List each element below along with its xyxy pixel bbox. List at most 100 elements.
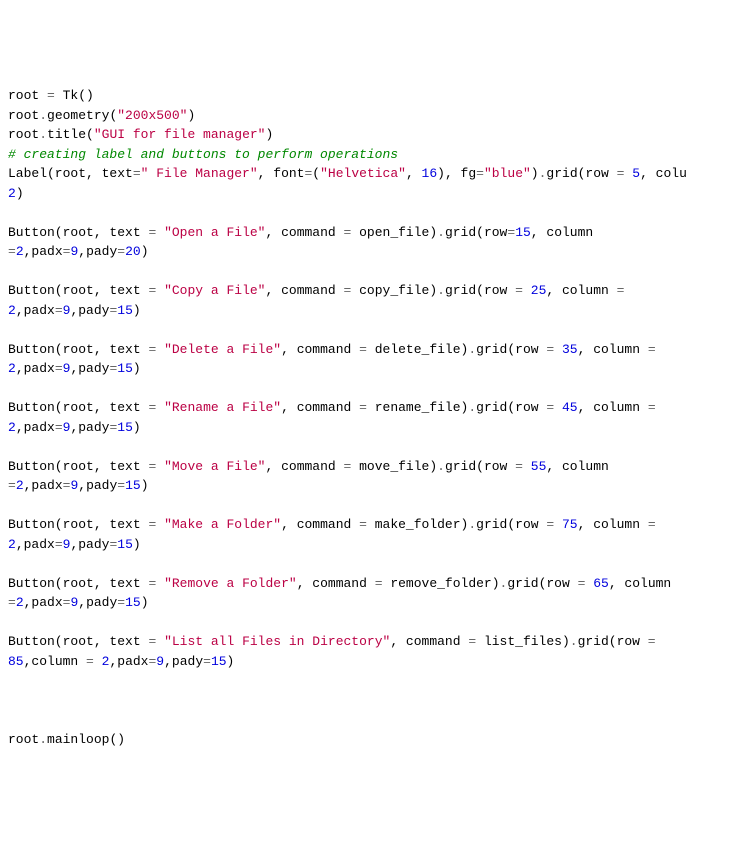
code-line: 2) xyxy=(8,184,744,204)
code-token: 15 xyxy=(211,654,227,669)
code-token: = xyxy=(86,654,94,669)
code-token: ,pady xyxy=(164,654,203,669)
code-token: = xyxy=(55,361,63,376)
code-token: 45 xyxy=(562,400,578,415)
code-token: delete_file) xyxy=(367,342,468,357)
code-token: = xyxy=(55,420,63,435)
code-token xyxy=(554,517,562,532)
code-token: , command xyxy=(281,342,359,357)
code-token: = xyxy=(359,400,367,415)
code-token: 15 xyxy=(117,303,133,318)
code-token: "GUI for file manager" xyxy=(94,127,266,142)
code-line: 2,padx=9,pady=15) xyxy=(8,301,744,321)
code-token: "Move a File" xyxy=(164,459,265,474)
code-token: grid(row xyxy=(476,517,546,532)
code-token: , column xyxy=(546,459,616,474)
code-token xyxy=(156,225,164,240)
code-token: "Remove a Folder" xyxy=(164,576,297,591)
code-token: , command xyxy=(265,225,343,240)
code-token: Button(root, text xyxy=(8,400,148,415)
code-token: , column xyxy=(531,225,601,240)
code-token: , command xyxy=(265,459,343,474)
code-line xyxy=(8,379,744,399)
code-token: ,pady xyxy=(70,303,109,318)
code-token: 15 xyxy=(117,361,133,376)
code-token: = xyxy=(8,244,16,259)
code-token xyxy=(156,634,164,649)
code-token: ) xyxy=(141,478,149,493)
code-token: , xyxy=(406,166,422,181)
code-token: , command xyxy=(297,576,375,591)
code-token xyxy=(523,283,531,298)
code-token: Button(root, text xyxy=(8,459,148,474)
code-token: Label(root, text xyxy=(8,166,133,181)
code-token: 55 xyxy=(531,459,547,474)
code-line: Button(root, text = "Delete a File", com… xyxy=(8,340,744,360)
code-token: , column xyxy=(578,517,648,532)
code-line: =2,padx=9,pady=20) xyxy=(8,242,744,262)
code-token: ,column xyxy=(24,654,86,669)
code-token: grid(row xyxy=(507,576,577,591)
code-token: 25 xyxy=(531,283,547,298)
code-line: Button(root, text = "Open a File", comma… xyxy=(8,223,744,243)
code-token xyxy=(656,517,664,532)
code-token: ,pady xyxy=(70,420,109,435)
code-line xyxy=(8,203,744,223)
code-token: grid(row xyxy=(546,166,616,181)
code-line xyxy=(8,262,744,282)
code-token: ,pady xyxy=(78,244,117,259)
code-token: = xyxy=(359,342,367,357)
code-token: ) xyxy=(133,303,141,318)
code-token: = xyxy=(648,634,656,649)
code-token: . xyxy=(468,517,476,532)
code-token: . xyxy=(468,400,476,415)
code-token: . xyxy=(437,225,445,240)
code-token: = xyxy=(476,166,484,181)
code-token: , command xyxy=(281,400,359,415)
code-token: = xyxy=(133,166,141,181)
code-token: 65 xyxy=(593,576,609,591)
code-token: = xyxy=(515,459,523,474)
code-token: root xyxy=(8,108,39,123)
code-token: "Make a Folder" xyxy=(164,517,281,532)
code-token: ,padx xyxy=(16,420,55,435)
code-token: 85 xyxy=(8,654,24,669)
code-token: grid(row xyxy=(445,459,515,474)
code-token: = xyxy=(515,283,523,298)
code-token: remove_folder) xyxy=(383,576,500,591)
code-line xyxy=(8,320,744,340)
code-token: " File Manager" xyxy=(141,166,258,181)
code-token: 35 xyxy=(562,342,578,357)
code-token: . xyxy=(39,108,47,123)
code-token: ,padx xyxy=(24,244,63,259)
code-token: ,pady xyxy=(78,595,117,610)
code-token xyxy=(523,459,531,474)
code-token xyxy=(156,400,164,415)
code-line: root.mainloop() xyxy=(8,730,744,750)
code-token: = xyxy=(648,342,656,357)
code-token: . xyxy=(570,634,578,649)
code-line xyxy=(8,496,744,516)
code-token: , command xyxy=(265,283,343,298)
code-line: 85,column = 2,padx=9,pady=15) xyxy=(8,652,744,672)
code-token: = xyxy=(117,244,125,259)
code-token: title( xyxy=(47,127,94,142)
code-token: , colu xyxy=(640,166,687,181)
code-line: 2,padx=9,pady=15) xyxy=(8,359,744,379)
code-token: = xyxy=(468,634,476,649)
code-line: Button(root, text = "Copy a File", comma… xyxy=(8,281,744,301)
code-token: = xyxy=(117,478,125,493)
code-token: ) xyxy=(531,166,539,181)
code-token: 2 xyxy=(16,595,24,610)
code-line: root.title("GUI for file manager") xyxy=(8,125,744,145)
code-token: root xyxy=(8,127,39,142)
code-token: "Open a File" xyxy=(164,225,265,240)
code-token: 2 xyxy=(16,244,24,259)
code-line xyxy=(8,554,744,574)
code-token: "Rename a File" xyxy=(164,400,281,415)
code-token: . xyxy=(468,342,476,357)
code-token: 2 xyxy=(16,478,24,493)
code-line: 2,padx=9,pady=15) xyxy=(8,535,744,555)
code-token: = xyxy=(47,88,55,103)
code-token: ) xyxy=(133,361,141,376)
